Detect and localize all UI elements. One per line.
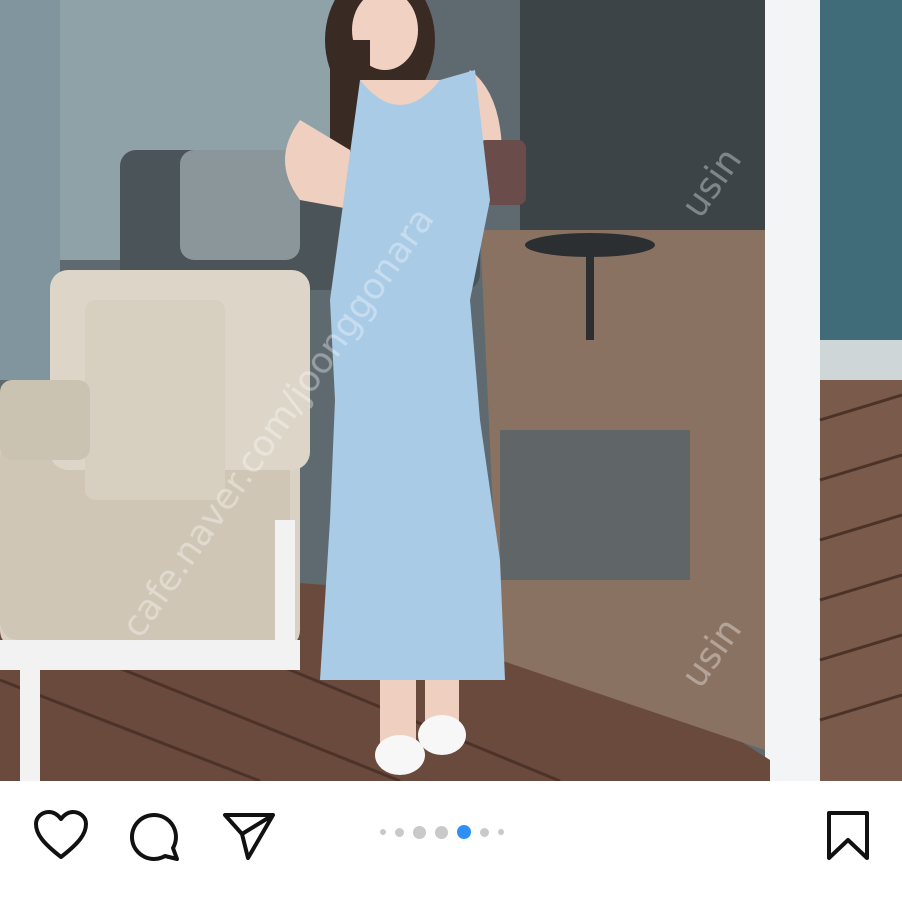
bookmark-icon[interactable] [825,810,871,862]
comment-icon[interactable] [129,810,183,862]
post-photo-illustration: cafe.naver.com/joonggonara usin usin [0,0,902,781]
carousel-dot [413,825,426,839]
post-caption [30,888,830,908]
carousel-dot-active [457,825,471,839]
carousel-dot [435,825,448,839]
carousel-dot [498,829,504,835]
carousel-dot [480,827,489,837]
heart-icon[interactable] [33,809,89,861]
send-icon[interactable] [221,810,277,862]
carousel-indicator [380,824,504,840]
post-photo[interactable]: cafe.naver.com/joonggonara usin usin [0,0,902,781]
carousel-dot [395,827,404,837]
carousel-dot [380,829,386,835]
